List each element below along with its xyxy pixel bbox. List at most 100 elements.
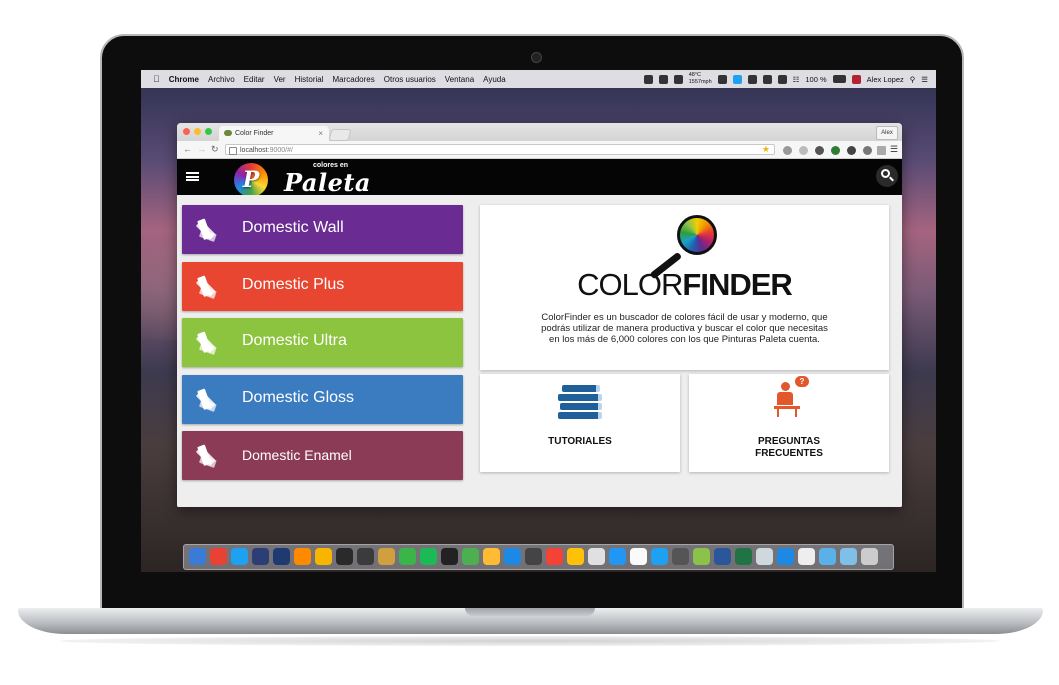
fan-swatch <box>198 398 217 412</box>
minimize-window-button[interactable] <box>194 128 201 135</box>
menu-marcadores[interactable]: Marcadores <box>333 75 375 84</box>
menu-ver[interactable]: Ver <box>274 75 286 84</box>
dock-app-icon[interactable] <box>798 548 815 565</box>
extension-icon[interactable] <box>863 146 872 155</box>
mac-menubar:  Chrome Archivo Editar Ver Historial Ma… <box>141 70 936 88</box>
menu-historial[interactable]: Historial <box>295 75 324 84</box>
address-bar[interactable]: localhost:9000/#/ ★ <box>225 144 775 155</box>
dock-app-icon[interactable] <box>357 548 374 565</box>
notification-center-icon[interactable]: ☰ <box>921 75 928 84</box>
tab-close-icon[interactable]: × <box>318 126 323 141</box>
dock-app-icon[interactable] <box>861 548 878 565</box>
dock-app-icon[interactable] <box>693 548 710 565</box>
time-machine-icon[interactable] <box>762 74 772 84</box>
tray-app-icon[interactable] <box>643 74 653 84</box>
extension-icon[interactable] <box>831 146 840 155</box>
product-button-domestic-plus[interactable]: Domestic Plus <box>182 261 463 311</box>
dock-app-icon[interactable] <box>735 548 752 565</box>
menu-otros-usuarios[interactable]: Otros usuarios <box>384 75 436 84</box>
dock-app-icon[interactable] <box>273 548 290 565</box>
page-info-icon[interactable] <box>229 147 237 155</box>
fan-swatch <box>198 285 217 299</box>
dock-app-icon[interactable] <box>231 548 248 565</box>
dock-app-icon[interactable] <box>483 548 500 565</box>
product-button-domestic-gloss[interactable]: Domestic Gloss <box>182 374 463 424</box>
dock-app-icon[interactable] <box>672 548 689 565</box>
new-tab-button[interactable] <box>328 129 352 141</box>
profile-button[interactable]: Alex <box>876 126 898 140</box>
dock-app-icon[interactable] <box>504 548 521 565</box>
color-fan-icon <box>195 274 228 299</box>
colorfinder-title: COLORFINDER <box>480 267 889 303</box>
laptop-notch <box>465 608 595 616</box>
back-arrow-icon[interactable]: ← <box>183 144 192 154</box>
dock-app-icon[interactable] <box>777 548 794 565</box>
user-name[interactable]: Alex Lopez <box>867 75 904 84</box>
dock-app-icon[interactable] <box>546 548 563 565</box>
dock-app-icon[interactable] <box>378 548 395 565</box>
dock-app-icon[interactable] <box>630 548 647 565</box>
menu-editar[interactable]: Editar <box>244 75 265 84</box>
close-window-button[interactable] <box>183 128 190 135</box>
airplay-icon[interactable] <box>747 74 757 84</box>
product-button-domestic-wall[interactable]: Domestic Wall <box>182 205 463 254</box>
dock-app-icon[interactable] <box>651 548 668 565</box>
tutoriales-card[interactable]: TUTORIALES <box>480 374 680 472</box>
wifi-icon[interactable]: ☷ <box>793 75 800 84</box>
logo-wordmark[interactable]: Paleta <box>284 168 371 197</box>
apple-menu-icon[interactable]:  <box>153 74 160 84</box>
menu-ayuda[interactable]: Ayuda <box>483 75 506 84</box>
spotlight-icon[interactable]: ⚲ <box>910 75 916 84</box>
preguntas-frecuentes-card[interactable]: ? PREGUNTAS FRECUENTES <box>689 374 889 472</box>
dock-app-icon[interactable] <box>819 548 836 565</box>
reload-icon[interactable]: ↻ <box>211 144 219 155</box>
color-fan-icon <box>195 331 228 355</box>
zoom-window-button[interactable] <box>205 128 212 135</box>
dock-app-icon[interactable] <box>315 548 332 565</box>
dock-app-icon[interactable] <box>399 548 416 565</box>
desk-leg <box>777 409 779 417</box>
dock-app-icon[interactable] <box>525 548 542 565</box>
product-label: Domestic Wall <box>242 219 344 236</box>
dock-app-icon[interactable] <box>294 548 311 565</box>
chrome-menu-icon[interactable]: ☰ <box>890 144 898 155</box>
tray-app-icon[interactable] <box>673 74 683 84</box>
bookmark-star-icon[interactable]: ★ <box>762 144 770 155</box>
dock-app-icon[interactable] <box>567 548 584 565</box>
tray-app-icon[interactable] <box>658 74 668 84</box>
product-button-domestic-enamel[interactable]: Domestic Enamel <box>182 431 463 480</box>
tray-app-icon[interactable] <box>717 74 727 84</box>
dock-app-icon[interactable] <box>840 548 857 565</box>
dock-app-icon[interactable] <box>441 548 458 565</box>
hamburger-menu-icon[interactable] <box>186 172 199 181</box>
extension-icon[interactable] <box>847 146 856 155</box>
battery-text[interactable]: 100 % <box>805 75 826 84</box>
dock-app-icon[interactable] <box>714 548 731 565</box>
dock-app-icon[interactable] <box>756 548 773 565</box>
dock-app-icon[interactable] <box>336 548 353 565</box>
tab-color-finder[interactable]: Color Finder × <box>219 126 329 141</box>
extension-icon[interactable] <box>815 146 824 155</box>
dock-app-icon[interactable] <box>210 548 227 565</box>
dock-app-icon[interactable] <box>189 548 206 565</box>
flag-icon[interactable] <box>851 74 861 84</box>
dock-app-icon[interactable] <box>420 548 437 565</box>
menu-archivo[interactable]: Archivo <box>208 75 235 84</box>
product-button-domestic-ultra[interactable]: Domestic Ultra <box>182 318 463 367</box>
dock-app-icon[interactable] <box>588 548 605 565</box>
extension-icon[interactable] <box>799 146 808 155</box>
dock-app-icon[interactable] <box>462 548 479 565</box>
bluetooth-icon[interactable] <box>777 74 787 84</box>
dock-app-icon[interactable] <box>609 548 626 565</box>
battery-icon[interactable] <box>832 75 846 83</box>
menu-app-name[interactable]: Chrome <box>169 75 199 84</box>
search-button[interactable] <box>876 165 898 187</box>
extension-icon[interactable] <box>783 146 792 155</box>
menu-ventana[interactable]: Ventana <box>445 75 474 84</box>
forward-arrow-icon[interactable]: → <box>197 144 206 154</box>
tutoriales-label: TUTORIALES <box>548 436 612 447</box>
extension-icon[interactable] <box>877 146 886 155</box>
dock-app-icon[interactable] <box>252 548 269 565</box>
weather-widget[interactable]: 48°C 1557mph <box>689 72 712 86</box>
twitter-tray-icon[interactable] <box>732 74 742 84</box>
